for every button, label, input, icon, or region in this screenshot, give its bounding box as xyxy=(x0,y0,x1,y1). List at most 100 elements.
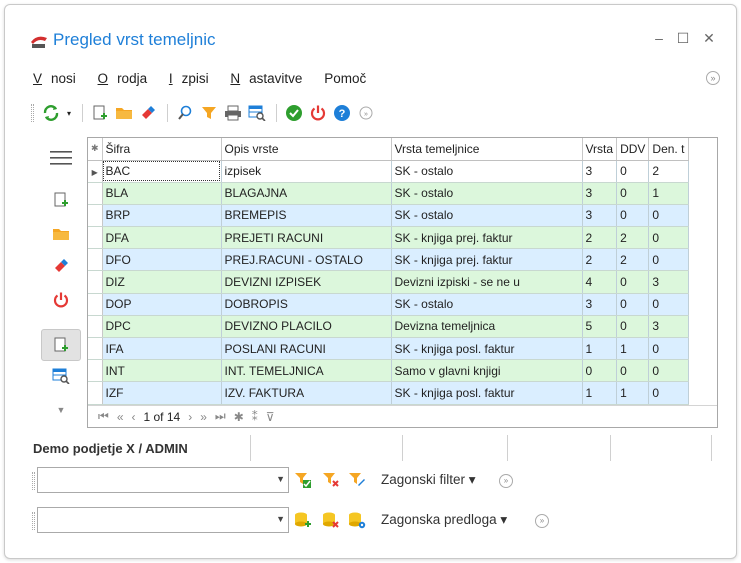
cell-vrsta-temeljnice[interactable]: Devizna temeljnica xyxy=(391,315,583,339)
row-indicator[interactable] xyxy=(88,381,103,405)
cell-vrsta-temeljnice[interactable]: SK - ostalo xyxy=(391,182,583,205)
nav-filter-icon[interactable]: ⊽ xyxy=(266,410,275,424)
cell-den[interactable]: 2 xyxy=(648,160,690,183)
menu-izpisi[interactable]: Izpisi xyxy=(169,71,218,86)
table-row[interactable]: INT INT. TEMELJNICA Samo v glavni knjigi 0 0… xyxy=(88,359,690,383)
cell-vrsta-temeljnice[interactable]: SK - knjiga posl. faktur xyxy=(391,337,583,361)
menu-orodja[interactable]: Orodja xyxy=(98,71,157,86)
cell-vrsta[interactable]: 3 xyxy=(582,204,618,228)
cell-opis[interactable]: PREJ.RACUNI - OSTALO xyxy=(221,248,392,272)
cell-sifra[interactable]: INT xyxy=(102,359,222,383)
cell-sifra[interactable]: BLA xyxy=(102,182,222,205)
print-icon[interactable] xyxy=(222,102,244,124)
cell-ddv[interactable]: 0 xyxy=(616,359,650,383)
table-row[interactable]: DIZ DEVIZNI IZPISEK Devizni izpiski - se n… xyxy=(88,270,690,294)
hamburger-menu-icon[interactable] xyxy=(41,143,81,173)
eraser-icon[interactable] xyxy=(137,102,159,124)
close-button[interactable]: ✕ xyxy=(697,27,721,49)
table-row[interactable]: BRP BREMEPIS SK - ostalo 3 0 0 xyxy=(88,204,690,228)
clear-filter-icon[interactable] xyxy=(321,470,341,490)
menu-vnosi[interactable]: Vnosi xyxy=(33,71,85,86)
refresh-icon[interactable] xyxy=(40,102,62,124)
table-row[interactable]: DOP DOBROPIS SK - ostalo 3 0 0 xyxy=(88,293,690,316)
nav-prev-icon[interactable]: ‹ xyxy=(132,410,136,424)
startup-filter-dropdown[interactable]: Zagonski filter ▾ xyxy=(381,472,476,488)
cell-vrsta-temeljnice[interactable]: SK - ostalo xyxy=(391,204,583,228)
table-row[interactable]: DFO PREJ.RACUNI - OSTALO SK - knjiga prej.… xyxy=(88,248,690,272)
cell-opis[interactable]: BREMEPIS xyxy=(221,204,392,228)
nav-last-icon[interactable]: ⏭ xyxy=(215,409,226,424)
cell-vrsta-temeljnice[interactable]: SK - knjiga posl. faktur xyxy=(391,381,583,405)
table-row[interactable]: IZF IZV. FAKTURA SK - knjiga posl. faktur 1… xyxy=(88,381,690,405)
sidebar-new-selected-icon[interactable] xyxy=(41,329,81,361)
power-icon[interactable] xyxy=(307,102,329,124)
menu-pomoc[interactable]: Pomoč xyxy=(324,71,366,86)
row-indicator[interactable] xyxy=(88,226,103,250)
column-header-ddv[interactable]: DDV xyxy=(616,138,650,161)
table-row[interactable]: IFA POSLANI RACUNI SK - knjiga posl. faktu… xyxy=(88,337,690,361)
cell-ddv[interactable]: 0 xyxy=(616,270,650,294)
nav-prev-page-icon[interactable]: « xyxy=(117,410,124,424)
sidebar-new-icon[interactable] xyxy=(41,185,81,215)
cell-vrsta[interactable]: 4 xyxy=(582,270,618,294)
cell-ddv[interactable]: 1 xyxy=(616,337,650,361)
column-header-sifra[interactable]: Šifra xyxy=(102,138,222,161)
cell-vrsta[interactable]: 3 xyxy=(582,160,618,183)
sidebar-scroll-down-icon[interactable]: ▼ xyxy=(41,395,81,425)
cell-opis[interactable]: DOBROPIS xyxy=(221,293,392,316)
refresh-dropdown-icon[interactable]: ▾ xyxy=(64,102,74,124)
chevron-down-icon[interactable]: ▼ xyxy=(276,514,285,524)
cell-sifra[interactable]: DFO xyxy=(102,248,222,272)
minimize-button[interactable]: – xyxy=(647,27,671,49)
filter-select[interactable]: ▼ xyxy=(32,467,289,493)
cell-vrsta-temeljnice[interactable]: Samo v glavni knjigi xyxy=(391,359,583,383)
cell-den[interactable]: 0 xyxy=(648,226,690,250)
cell-vrsta[interactable]: 0 xyxy=(582,359,618,383)
row-indicator[interactable] xyxy=(88,337,103,361)
help-icon[interactable]: ? xyxy=(331,102,353,124)
cell-vrsta[interactable]: 5 xyxy=(582,315,618,339)
row-indicator[interactable] xyxy=(88,182,103,205)
delete-template-icon[interactable] xyxy=(321,510,341,530)
sidebar-open-folder-icon[interactable] xyxy=(41,219,81,249)
cell-ddv[interactable]: 2 xyxy=(616,226,650,250)
cell-vrsta-temeljnice[interactable]: Devizni izpiski - se ne u xyxy=(391,270,583,294)
cell-vrsta[interactable]: 2 xyxy=(582,226,618,250)
sidebar-eraser-icon[interactable] xyxy=(41,251,81,281)
cell-sifra[interactable]: BAC xyxy=(102,160,222,183)
cell-den[interactable]: 0 xyxy=(648,248,690,272)
template-settings-icon[interactable] xyxy=(347,510,367,530)
cell-sifra[interactable]: DIZ xyxy=(102,270,222,294)
row-indicator[interactable] xyxy=(88,204,103,228)
nav-next-icon[interactable]: › xyxy=(188,410,192,424)
menu-nastavitve[interactable]: Nastavitve xyxy=(230,71,311,86)
cell-opis[interactable]: IZV. FAKTURA xyxy=(221,381,392,405)
column-header-vrsta-temeljnice[interactable]: Vrsta temeljnice xyxy=(391,138,583,161)
cell-sifra[interactable]: DOP xyxy=(102,293,222,316)
cell-ddv[interactable]: 0 xyxy=(616,204,650,228)
grid-preview-icon[interactable] xyxy=(246,102,268,124)
filter-icon[interactable] xyxy=(198,102,220,124)
cell-vrsta[interactable]: 1 xyxy=(582,337,618,361)
cell-vrsta-temeljnice[interactable]: SK - ostalo xyxy=(391,160,583,183)
cell-den[interactable]: 3 xyxy=(648,315,690,339)
nav-insert-icon[interactable]: ✱ xyxy=(234,410,244,424)
current-row-indicator-icon[interactable]: ▶ xyxy=(88,160,103,183)
template-expand-icon[interactable]: » xyxy=(535,514,549,528)
nav-first-icon[interactable]: ⏮ xyxy=(98,409,109,424)
nav-next-page-icon[interactable]: » xyxy=(200,410,207,424)
edit-filter-icon[interactable] xyxy=(347,470,367,490)
cell-opis[interactable]: DEVIZNO PLACILO xyxy=(221,315,392,339)
cell-sifra[interactable]: IFA xyxy=(102,337,222,361)
menu-expand-icon[interactable]: » xyxy=(706,71,720,85)
chevron-down-icon[interactable]: ▼ xyxy=(276,474,285,484)
cell-vrsta[interactable]: 2 xyxy=(582,248,618,272)
cell-ddv[interactable]: 0 xyxy=(616,293,650,316)
cell-sifra[interactable]: DFA xyxy=(102,226,222,250)
filter-expand-icon[interactable]: » xyxy=(499,474,513,488)
table-row[interactable]: BLA BLAGAJNA SK - ostalo 3 0 1 xyxy=(88,182,690,205)
cell-opis[interactable]: INT. TEMELJNICA xyxy=(221,359,392,383)
startup-template-dropdown[interactable]: Zagonska predloga ▾ xyxy=(381,512,507,528)
row-indicator[interactable] xyxy=(88,270,103,294)
apply-filter-icon[interactable] xyxy=(293,470,313,490)
